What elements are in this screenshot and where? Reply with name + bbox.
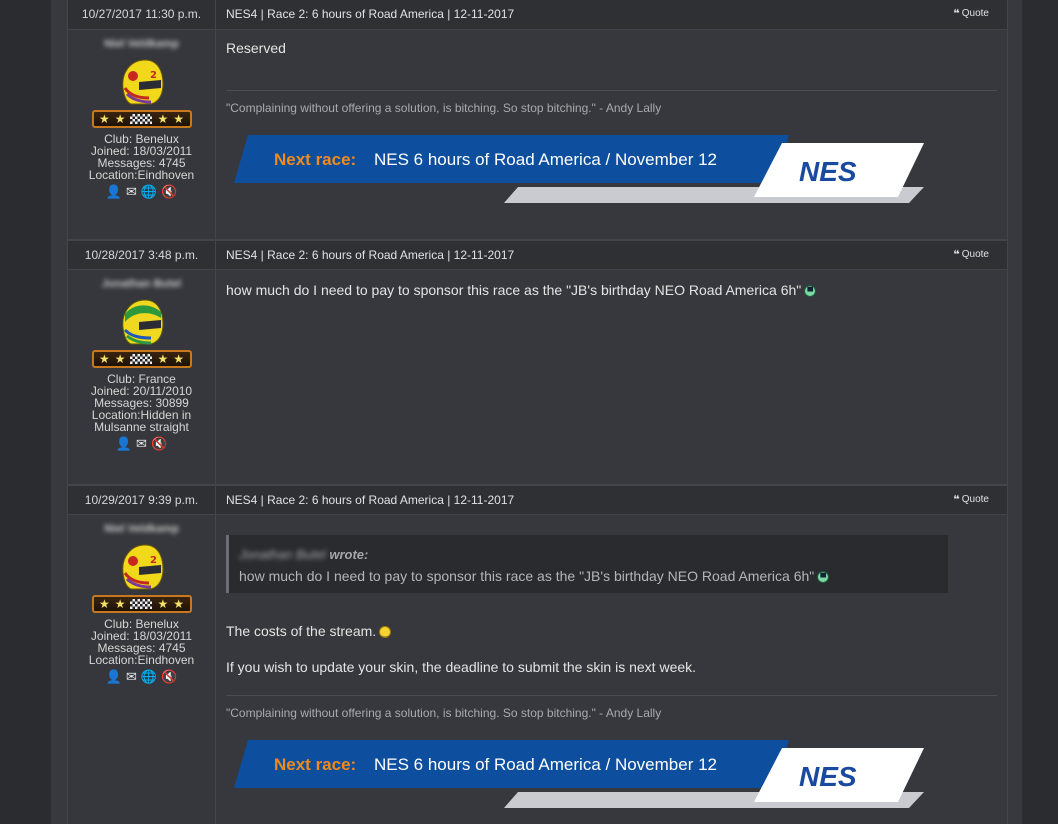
author-location-cont: Mulsanne straight: [94, 420, 189, 434]
author-info: Club: Benelux Joined: 18/03/2011 Message…: [68, 133, 215, 181]
post-body: Niel Veldkamp 2 ★ ★ ★ ★ Club: Benelux Jo…: [67, 30, 1008, 240]
rank-badge: ★ ★ ★ ★: [91, 595, 192, 613]
post-content: how much do I need to pay to sponsor thi…: [216, 270, 1007, 484]
envelope-icon[interactable]: ✉: [126, 671, 137, 685]
banner-event: NES 6 hours of Road America / November 1…: [374, 755, 717, 774]
author-info: Club: France Joined: 20/11/2010 Messages…: [68, 373, 215, 433]
profile-icon[interactable]: 👤: [106, 186, 122, 200]
author-info: Club: Benelux Joined: 18/03/2011 Message…: [68, 618, 215, 666]
rank-badge: ★ ★ ★ ★: [91, 350, 192, 368]
banner-next-label: Next race:: [274, 755, 356, 774]
quote-author-line: Jonathan Butel wrote:: [239, 547, 938, 562]
quote-icon: ❝: [953, 248, 960, 261]
helmet-avatar: 2: [121, 544, 164, 590]
post-text: The costs of the stream. ‿: [226, 623, 997, 639]
globe-icon[interactable]: 🌐: [141, 671, 157, 685]
quote-text: how much do I need to pay to sponsor thi…: [239, 568, 938, 584]
author-panel: Jonathan Butel ★ ★ ★ ★ Club: France Joined:…: [68, 270, 216, 484]
post-date: 10/28/2017 3:48 p.m.: [68, 241, 216, 269]
post: 10/29/2017 9:39 p.m. NES4 | Race 2: 6 ho…: [67, 485, 1008, 824]
svg-text:2: 2: [150, 70, 157, 81]
rank-badge: ★ ★ ★ ★: [91, 110, 192, 128]
post-subject: NES4 | Race 2: 6 hours of Road America |…: [226, 248, 515, 262]
svg-text:2: 2: [150, 555, 157, 566]
envelope-icon[interactable]: ✉: [136, 438, 147, 452]
post-list: 10/27/2017 11:30 p.m. NES4 | Race 2: 6 h…: [67, 0, 1008, 824]
mute-icon[interactable]: 🔇: [161, 671, 177, 685]
post-text-line1: The costs of the stream.: [226, 623, 377, 639]
quote-icon: ❝: [953, 493, 960, 506]
post-body: Jonathan Butel ★ ★ ★ ★ Club: France Joined:…: [67, 270, 1008, 485]
page-right-margin: [1022, 0, 1058, 824]
post-text: how much do I need to pay to sponsor thi…: [226, 282, 997, 298]
author-location: Location:Eindhoven: [88, 653, 195, 667]
author-panel: Niel Veldkamp 2 ★ ★ ★ ★ Club: Benelux Jo…: [68, 30, 216, 239]
post-date: 10/27/2017 11:30 p.m.: [68, 0, 216, 29]
post-text-body: how much do I need to pay to sponsor thi…: [226, 282, 802, 298]
quote-wrote: wrote:: [329, 547, 369, 562]
mute-icon[interactable]: 🔇: [161, 186, 177, 200]
quoted-message: Jonathan Butel wrote: how much do I need…: [226, 535, 948, 593]
helmet-avatar: [121, 299, 164, 345]
post-body: Niel Veldkamp 2 ★ ★ ★ ★ Club: Benelux Jo…: [67, 515, 1008, 824]
quote-button[interactable]: ❝ Quote: [953, 7, 989, 20]
next-race-banner[interactable]: Next race: NES 6 hours of Road America /…: [234, 135, 924, 203]
banner-next-label: Next race:: [274, 150, 356, 169]
helmet-avatar: 2: [121, 59, 164, 105]
wink-smiley-icon: ‿: [379, 626, 392, 639]
author-actions: 👤 ✉ 🔇: [68, 437, 215, 453]
post-text-line2: If you wish to update your skin, the dea…: [226, 659, 697, 675]
next-race-banner[interactable]: Next race: NES 6 hours of Road America /…: [234, 740, 924, 808]
envelope-icon[interactable]: ✉: [126, 186, 137, 200]
author-location: Location:Eindhoven: [88, 168, 195, 182]
profile-icon[interactable]: 👤: [116, 438, 132, 452]
post-content: Reserved "Complaining without offering a…: [216, 30, 1007, 239]
grin-smiley-icon: ▀: [804, 285, 817, 298]
quote-text-body: how much do I need to pay to sponsor thi…: [239, 568, 815, 584]
quote-label: Quote: [961, 8, 989, 19]
post-subject: NES4 | Race 2: 6 hours of Road America |…: [226, 7, 515, 21]
page-left-margin: [0, 0, 50, 824]
author-panel: Niel Veldkamp 2 ★ ★ ★ ★ Club: Benelux Jo…: [68, 515, 216, 824]
quote-button[interactable]: ❝ Quote: [953, 248, 989, 261]
nes-logo: NES: [799, 156, 857, 187]
quote-label: Quote: [961, 494, 989, 505]
post: 10/28/2017 3:48 p.m. NES4 | Race 2: 6 ho…: [67, 240, 1008, 485]
author-name[interactable]: Niel Veldkamp: [68, 38, 215, 52]
profile-icon[interactable]: 👤: [106, 671, 122, 685]
post-date: 10/29/2017 9:39 p.m.: [68, 486, 216, 514]
post-text: Reserved: [226, 40, 286, 56]
globe-icon[interactable]: 🌐: [141, 186, 157, 200]
grin-smiley-icon: ▀: [817, 571, 830, 584]
forum-thread: 10/27/2017 11:30 p.m. NES4 | Race 2: 6 h…: [50, 0, 1023, 824]
author-name[interactable]: Niel Veldkamp: [68, 523, 215, 537]
post-header: 10/29/2017 9:39 p.m. NES4 | Race 2: 6 ho…: [67, 485, 1008, 515]
banner-event: NES 6 hours of Road America / November 1…: [374, 150, 717, 169]
quote-button[interactable]: ❝ Quote: [953, 493, 989, 506]
signature-text: "Complaining without offering a solution…: [226, 101, 662, 115]
post-header: 10/27/2017 11:30 p.m. NES4 | Race 2: 6 h…: [67, 0, 1008, 30]
mute-icon[interactable]: 🔇: [151, 438, 167, 452]
post-subject: NES4 | Race 2: 6 hours of Road America |…: [226, 493, 515, 507]
quote-icon: ❝: [953, 7, 960, 20]
quote-author: Jonathan Butel: [239, 547, 326, 562]
author-actions: 👤 ✉ 🌐 🔇: [68, 185, 215, 201]
post-content: Jonathan Butel wrote: how much do I need…: [216, 515, 1007, 824]
nes-logo: NES: [799, 761, 857, 792]
post: 10/27/2017 11:30 p.m. NES4 | Race 2: 6 h…: [67, 0, 1008, 240]
author-name[interactable]: Jonathan Butel: [68, 278, 215, 292]
author-actions: 👤 ✉ 🌐 🔇: [68, 670, 215, 686]
signature-text: "Complaining without offering a solution…: [226, 706, 662, 720]
post-header: 10/28/2017 3:48 p.m. NES4 | Race 2: 6 ho…: [67, 240, 1008, 270]
quote-label: Quote: [961, 249, 989, 260]
